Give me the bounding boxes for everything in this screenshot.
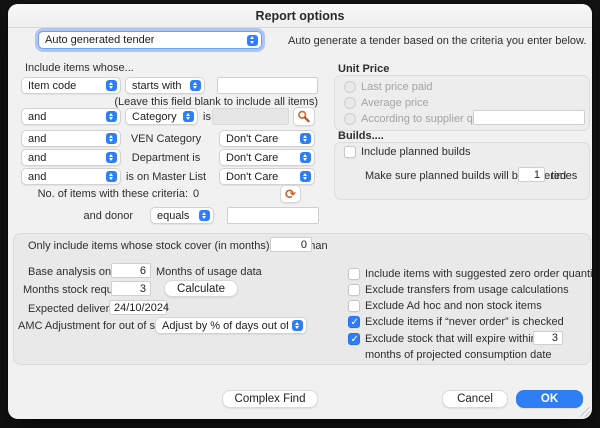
include-planned-builds-label: Include planned builds (361, 146, 470, 158)
months-stock-label: Months stock required (23, 284, 108, 296)
popup-stepper-icon (106, 152, 117, 163)
popup-stepper-icon (106, 133, 117, 144)
last-price-radio (344, 81, 356, 93)
conjunction-select-2[interactable]: and (21, 130, 121, 147)
popup-stepper-icon (300, 152, 311, 163)
cancel-button[interactable]: Cancel (442, 390, 508, 408)
popup-stepper-icon (292, 320, 303, 331)
conjunction-value: and (28, 111, 46, 123)
donor-input[interactable] (227, 207, 319, 224)
covered-suffix-label: times (551, 170, 577, 182)
months-stock-input[interactable]: 3 (111, 281, 151, 296)
exclude-never-order-label: Exclude items if “never order” is checke… (365, 316, 564, 328)
exclude-never-order-checkbox[interactable] (348, 316, 360, 328)
expire-months-input[interactable]: 3 (533, 331, 563, 345)
include-zero-order-label: Include items with suggested zero order … (365, 268, 592, 280)
supplier-quote-radio (344, 113, 356, 125)
stock-settings-panel (13, 233, 591, 365)
category1-value: Category 1 (132, 111, 179, 123)
category1-value-field (212, 108, 289, 125)
conjunction-value: and (28, 171, 46, 183)
exclude-expiring-checkbox[interactable] (348, 333, 360, 345)
stock-cover-label: Only include items whose stock cover (in… (28, 240, 266, 252)
criteria-section-label: Include items whose... (25, 62, 134, 74)
popup-stepper-icon (190, 80, 201, 91)
donor-label: and donor (63, 210, 133, 222)
complex-find-button[interactable]: Complex Find (222, 390, 318, 408)
exclude-adhoc-label: Exclude Ad hoc and non stock items (365, 300, 542, 312)
donor-comparator-value: equals (157, 210, 189, 222)
magnifier-icon (297, 110, 311, 124)
category1-select[interactable]: Category 1 (125, 108, 198, 125)
expected-delivery-label: Expected delivery (28, 303, 106, 315)
exclude-expiring-label: Exclude stock that will expire within (365, 333, 537, 345)
ven-category-label: VEN Category (120, 133, 212, 145)
popup-stepper-icon (183, 111, 194, 122)
popup-stepper-icon (247, 35, 258, 46)
conjunction-value: and (28, 133, 46, 145)
unit-price-title: Unit Price (338, 63, 389, 75)
ven-category-select[interactable]: Don't Care (219, 130, 315, 147)
popup-stepper-icon (106, 111, 117, 122)
expire-suffix-label: months of projected consumption date (365, 349, 552, 361)
popup-stepper-icon (106, 171, 117, 182)
master-list-label: is on Master List (120, 171, 212, 183)
master-list-value: Don't Care (226, 171, 278, 183)
titlebar[interactable]: Report options (8, 4, 592, 28)
amc-adjustment-label: AMC Adjustment for out of stock (18, 320, 153, 332)
report-type-select[interactable]: Auto generated tender (38, 31, 262, 49)
base-analysis-input[interactable]: 6 (111, 263, 151, 278)
resize-grip[interactable] (580, 407, 590, 417)
conjunction-value: and (28, 152, 46, 164)
master-list-select[interactable]: Don't Care (219, 168, 315, 185)
criteria-field-value: Item code (28, 80, 76, 92)
ven-category-value: Don't Care (226, 133, 278, 145)
supplier-quote-input[interactable] (473, 110, 585, 125)
average-price-radio (344, 97, 356, 109)
popup-stepper-icon (300, 133, 311, 144)
criteria-comparator-value: starts with (132, 80, 182, 92)
report-type-value: Auto generated tender (45, 34, 154, 46)
category-search-button[interactable] (293, 107, 315, 126)
item-code-input[interactable] (217, 77, 318, 94)
include-planned-builds-checkbox[interactable] (344, 146, 356, 158)
popup-stepper-icon (199, 210, 210, 221)
department-label: Department is (120, 152, 212, 164)
report-options-dialog: Report options Auto generated tender Aut… (8, 4, 592, 419)
refresh-icon: ⟳ (285, 187, 296, 200)
criteria-comparator-select[interactable]: starts with (125, 77, 205, 94)
amc-adjustment-value: Adjust by % of days out of stock (162, 320, 288, 332)
calculate-button[interactable]: Calculate (164, 280, 238, 297)
conjunction-select-1[interactable]: and (21, 108, 121, 125)
department-value: Don't Care (226, 152, 278, 164)
report-description: Auto generate a tender based on the crit… (288, 35, 586, 47)
ok-button[interactable]: OK (516, 390, 583, 408)
conjunction-select-4[interactable]: and (21, 168, 121, 185)
expected-delivery-input[interactable]: 24/10/2024 (109, 300, 167, 315)
last-price-label: Last price paid (361, 81, 433, 93)
department-select[interactable]: Don't Care (219, 149, 315, 166)
include-zero-order-checkbox[interactable] (348, 268, 360, 280)
conjunction-select-3[interactable]: and (21, 149, 121, 166)
refresh-count-button[interactable]: ⟳ (280, 185, 301, 203)
average-price-label: Average price (361, 97, 429, 109)
popup-stepper-icon (300, 171, 311, 182)
donor-comparator-select[interactable]: equals (150, 207, 214, 224)
criteria-field-select[interactable]: Item code (21, 77, 121, 94)
is-operator-label: is (203, 111, 211, 123)
stock-cover-input[interactable]: 0 (270, 237, 312, 252)
builds-title: Builds.... (338, 130, 384, 142)
items-count-value: 0 (193, 188, 199, 200)
items-count-label: No. of items with these criteria: (28, 188, 188, 200)
covered-times-input[interactable]: 1 (518, 167, 545, 182)
blank-field-note: (Leave this field blank to include all i… (68, 96, 318, 108)
amc-adjustment-select[interactable]: Adjust by % of days out of stock (155, 317, 307, 334)
window-title: Report options (256, 9, 345, 23)
exclude-transfers-label: Exclude transfers from usage calculation… (365, 284, 569, 296)
exclude-transfers-checkbox[interactable] (348, 284, 360, 296)
exclude-adhoc-checkbox[interactable] (348, 300, 360, 312)
base-analysis-suffix: Months of usage data (156, 266, 262, 278)
popup-stepper-icon (106, 80, 117, 91)
base-analysis-label: Base analysis on (28, 266, 108, 278)
